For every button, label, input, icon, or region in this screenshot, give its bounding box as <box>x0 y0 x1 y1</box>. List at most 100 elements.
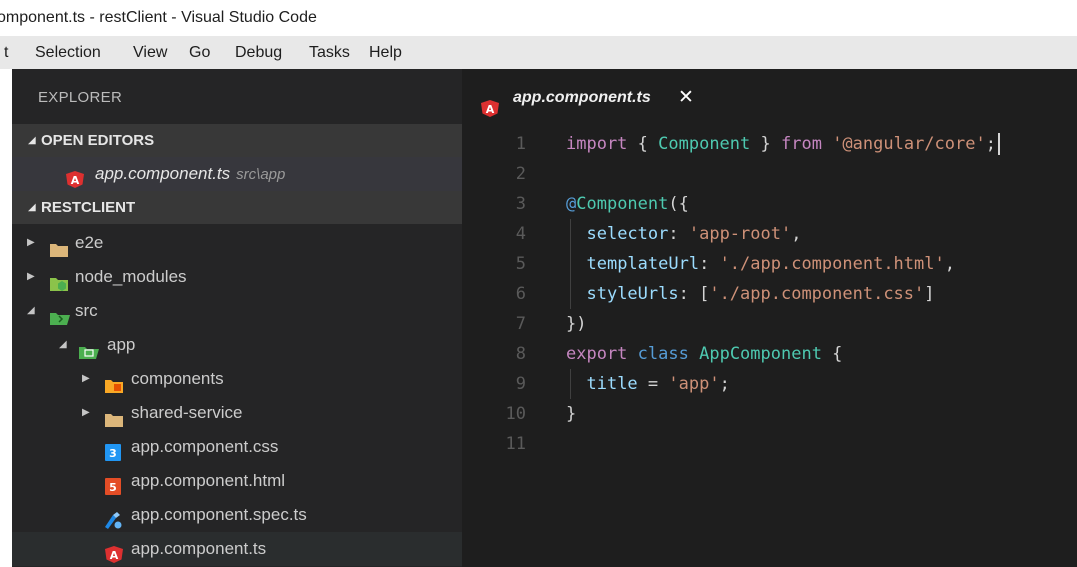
code-token: = <box>637 374 669 394</box>
svg-text:3: 3 <box>109 447 117 460</box>
tree-label: app <box>107 335 136 354</box>
line-number: 10 <box>505 404 526 424</box>
tree-label: app.component.html <box>131 471 286 490</box>
tree-item-app-component-ts[interactable]: A app.component.ts <box>12 532 462 566</box>
chevron-down-icon: ◢ <box>28 135 36 146</box>
tree-label: app.component.spec.ts <box>131 505 307 524</box>
tree-item-src[interactable]: ◢ src <box>12 294 462 328</box>
code-token: from <box>780 134 822 154</box>
code-token: title <box>586 374 638 394</box>
chevron-right-icon: ▶ <box>82 407 90 418</box>
chevron-down-icon: ◢ <box>59 339 67 350</box>
editor-tab-app-component-ts[interactable]: A app.component.ts ✕ <box>462 69 707 124</box>
code-token: 'app-root' <box>688 224 792 244</box>
line-number: 9 <box>515 374 526 394</box>
svg-text:A: A <box>110 549 119 562</box>
code-editor[interactable]: 1 import { Component } from '@angular/cor… <box>462 124 1077 567</box>
line-number: 1 <box>515 134 526 154</box>
code-token: './app.component.css' <box>709 284 925 304</box>
code-line: 1 import { Component } from '@angular/cor… <box>462 129 1077 159</box>
open-editor-app-component-ts[interactable]: A app.component.ts src\app <box>12 157 462 191</box>
menu-tasks[interactable]: Tasks <box>309 36 350 69</box>
code-line: 8 export class AppComponent { <box>462 339 1077 369</box>
open-editors-label: OPEN EDITORS <box>41 132 155 149</box>
tree-item-components[interactable]: ▶ components <box>12 362 462 396</box>
code-line: 6 styleUrls: ['./app.component.css'] <box>462 279 1077 309</box>
code-text: }) <box>566 309 586 339</box>
open-editors-header[interactable]: ◢ OPEN EDITORS <box>12 124 462 157</box>
code-token: class <box>637 344 689 364</box>
indent-guide <box>570 219 571 309</box>
menu-go[interactable]: Go <box>189 36 210 69</box>
tree-item-app-component-html[interactable]: 5 app.component.html <box>12 464 462 498</box>
code-token: export <box>566 344 628 364</box>
tree-label: app.component.ts <box>131 539 267 558</box>
code-token: } <box>750 134 781 154</box>
code-token: ({ <box>668 194 689 214</box>
angular-icon: A <box>105 541 123 567</box>
line-number: 2 <box>515 164 526 184</box>
code-text: export class AppComponent { <box>566 339 842 369</box>
code-line: 10} <box>462 399 1077 429</box>
chevron-right-icon: ▶ <box>27 237 35 248</box>
code-token: { <box>821 344 843 364</box>
restclient-label: RESTCLIENT <box>41 199 136 216</box>
code-token: , <box>944 254 955 274</box>
line-number: 6 <box>515 284 526 304</box>
menu-view[interactable]: View <box>133 36 167 69</box>
code-token: : <box>699 254 720 274</box>
line-number: 3 <box>515 194 526 214</box>
indent-guide <box>570 369 571 399</box>
chevron-down-icon: ◢ <box>28 202 36 213</box>
code-token: ; <box>985 134 996 154</box>
code-token: import <box>566 134 628 154</box>
code-text: title = 'app'; <box>566 369 729 399</box>
tree-item-app[interactable]: ◢ app <box>12 328 462 362</box>
code-token: } <box>566 404 577 424</box>
tree-label: src <box>75 301 98 320</box>
line-number: 4 <box>515 224 526 244</box>
code-line: 2 <box>462 159 1077 189</box>
code-token: 'app' <box>668 374 720 394</box>
close-icon[interactable]: ✕ <box>678 69 694 126</box>
open-editor-label: app.component.ts <box>95 164 231 183</box>
menu-selection[interactable]: Selection <box>35 36 101 69</box>
chevron-right-icon: ▶ <box>82 373 90 384</box>
tree-item-shared-service[interactable]: ▶ shared-service <box>12 396 462 430</box>
tree-item-app-component-spec-ts[interactable]: app.component.spec.ts <box>12 498 462 532</box>
tree-label: node_modules <box>75 267 187 286</box>
window-title: omponent.ts - restClient - Visual Studio… <box>0 9 317 26</box>
code-text: templateUrl: './app.component.html', <box>566 249 955 279</box>
code-text: styleUrls: ['./app.component.css'] <box>566 279 935 309</box>
menu-edit[interactable]: t <box>4 36 8 69</box>
code-line: 7}) <box>462 309 1077 339</box>
code-token: { <box>627 134 659 154</box>
code-token: : [ <box>678 284 710 304</box>
code-token: '@angular/core' <box>832 134 986 154</box>
code-line: 5 templateUrl: './app.component.html', <box>462 249 1077 279</box>
code-line: 9 title = 'app'; <box>462 369 1077 399</box>
code-token: , <box>791 224 802 244</box>
code-token: @ <box>566 194 577 214</box>
tree-item-e2e[interactable]: ▶ e2e <box>12 226 462 260</box>
code-token: styleUrls <box>586 284 679 304</box>
code-token: }) <box>566 314 587 334</box>
tab-label: app.component.ts <box>513 89 651 106</box>
tree-item-node-modules[interactable]: ▶ node_modules <box>12 260 462 294</box>
chevron-down-icon: ◢ <box>27 305 35 316</box>
code-token: selector <box>586 224 669 244</box>
text-cursor <box>998 133 1000 155</box>
svg-text:A: A <box>486 103 495 116</box>
tree-label: shared-service <box>131 403 243 422</box>
editor-area: A app.component.ts ✕ 1 import { Component… <box>462 69 1077 567</box>
tree-item-app-component-css[interactable]: 3 app.component.css <box>12 430 462 464</box>
code-token: ] <box>924 284 935 304</box>
code-text: selector: 'app-root', <box>566 219 801 249</box>
menu-help[interactable]: Help <box>369 36 402 69</box>
line-number: 7 <box>515 314 526 334</box>
restclient-header[interactable]: ◢ RESTCLIENT <box>12 191 462 224</box>
menu-debug[interactable]: Debug <box>235 36 282 69</box>
tree-label: e2e <box>75 233 104 252</box>
